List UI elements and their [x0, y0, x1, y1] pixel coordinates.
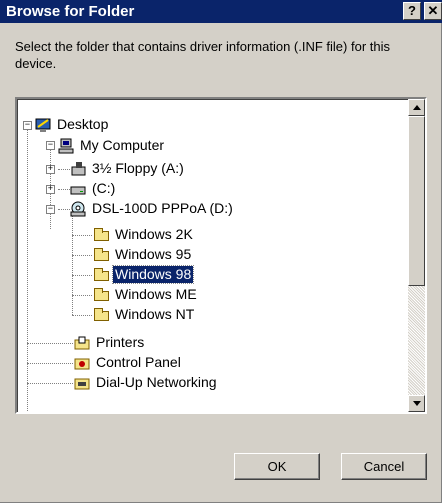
tree-connector: [58, 169, 70, 170]
down-arrow-icon: [413, 401, 421, 406]
scroll-up-button[interactable]: [408, 99, 425, 116]
folder-icon: [93, 227, 109, 243]
tree-connector: [27, 121, 28, 411]
tree-item-label: 3½ Floppy (A:): [92, 160, 184, 176]
tree-item-label: Control Panel: [96, 354, 181, 370]
tree-connector: [27, 383, 73, 384]
close-button[interactable]: ✕: [424, 2, 442, 20]
scroll-thumb[interactable]: [408, 116, 425, 286]
tree-item-label: Desktop: [57, 116, 109, 132]
cd-drive-icon: [70, 201, 86, 217]
vertical-scrollbar[interactable]: [408, 99, 425, 412]
tree-connector: [72, 213, 73, 315]
floppy-drive-icon: [71, 162, 86, 176]
folder-icon: [93, 287, 109, 303]
tree-connector: [72, 295, 92, 296]
tree-connector: [72, 255, 92, 256]
collapse-toggle[interactable]: −: [46, 205, 55, 214]
folder-icon: [93, 247, 109, 263]
tree-item-label: DSL-100D PPPoA (D:): [92, 200, 233, 216]
dialup-networking-icon: [74, 378, 90, 390]
computer-icon: [58, 138, 74, 154]
tree-item-label: Windows 2K: [115, 226, 193, 242]
tree-item-label: Windows 98: [111, 265, 195, 284]
window-title: Browse for Folder: [6, 3, 135, 20]
collapse-toggle[interactable]: −: [46, 141, 55, 150]
printers-folder-icon: [74, 336, 90, 350]
expand-toggle[interactable]: +: [46, 165, 55, 174]
tree-item-label: Printers: [96, 334, 145, 350]
tree-connector: [72, 315, 92, 316]
control-panel-icon: [74, 358, 90, 370]
folder-icon: [93, 307, 109, 323]
tree-connector: [72, 275, 92, 276]
ok-button[interactable]: OK: [234, 453, 320, 480]
title-bar[interactable]: Browse for Folder ? ✕: [0, 0, 442, 23]
scroll-down-button[interactable]: [408, 395, 425, 412]
up-arrow-icon: [413, 105, 421, 110]
folder-tree[interactable]: − − + + − Desktop My Computer 3½ Floppy …: [15, 97, 427, 414]
browse-for-folder-dialog: Browse for Folder ? ✕ Select the folder …: [0, 0, 442, 503]
tree-item-label: Dial-Up Networking: [96, 374, 217, 390]
tree-item-label: Windows 95: [115, 246, 192, 262]
tree-item-label: (C:): [92, 180, 116, 196]
tree-item-label: My Computer: [80, 137, 165, 153]
tree-connector: [27, 363, 73, 364]
tree-connector: [58, 189, 70, 190]
tree-connector: [27, 343, 73, 344]
tree-item-label: Windows ME: [115, 286, 197, 302]
tree-item-label: Windows NT: [115, 306, 195, 322]
hard-drive-icon: [70, 186, 86, 195]
folder-open-icon: [93, 267, 109, 283]
tree-connector: [58, 209, 70, 210]
collapse-toggle[interactable]: −: [23, 121, 32, 130]
desktop-icon: [35, 118, 51, 132]
help-button[interactable]: ?: [403, 2, 421, 20]
expand-toggle[interactable]: +: [46, 185, 55, 194]
instruction-text: Select the folder that contains driver i…: [15, 39, 390, 71]
cancel-button[interactable]: Cancel: [341, 453, 427, 480]
tree-connector: [72, 235, 92, 236]
